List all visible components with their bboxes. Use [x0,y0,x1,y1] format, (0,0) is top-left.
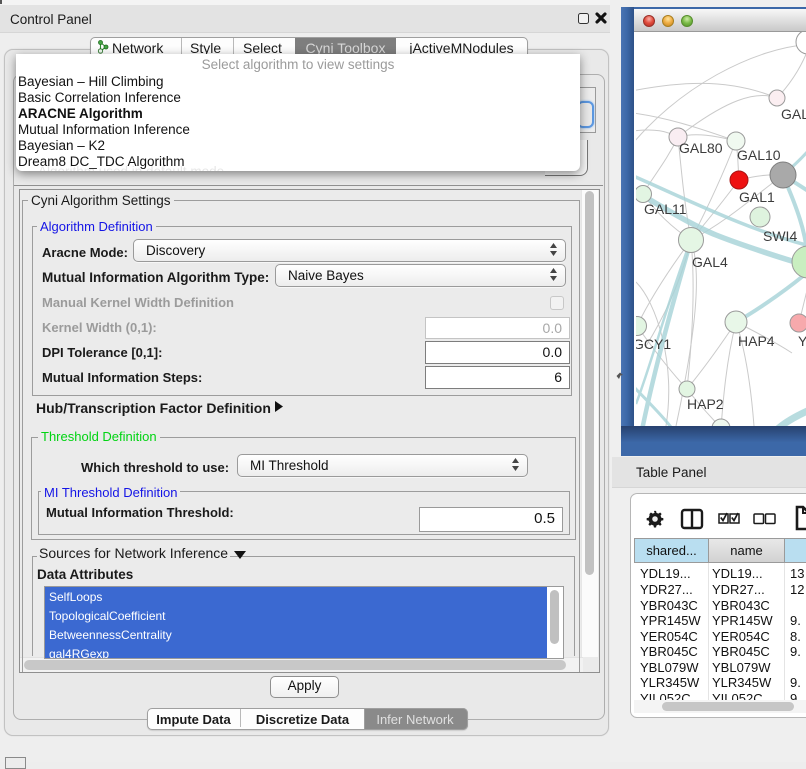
svg-text:HAP2: HAP2 [687,396,724,412]
svg-text:GAL: GAL [781,106,806,122]
svg-text:Y: Y [798,333,806,349]
svg-text:GAL80: GAL80 [679,140,723,156]
svg-text:GAL10: GAL10 [737,147,781,163]
svg-text:GCY1: GCY1 [636,336,671,352]
svg-text:GAL4: GAL4 [692,254,728,270]
svg-text:SWI4: SWI4 [763,228,797,244]
svg-text:GAL11: GAL11 [644,201,687,217]
svg-text:HAP4: HAP4 [738,333,775,349]
svg-text:GAL1: GAL1 [739,189,775,205]
